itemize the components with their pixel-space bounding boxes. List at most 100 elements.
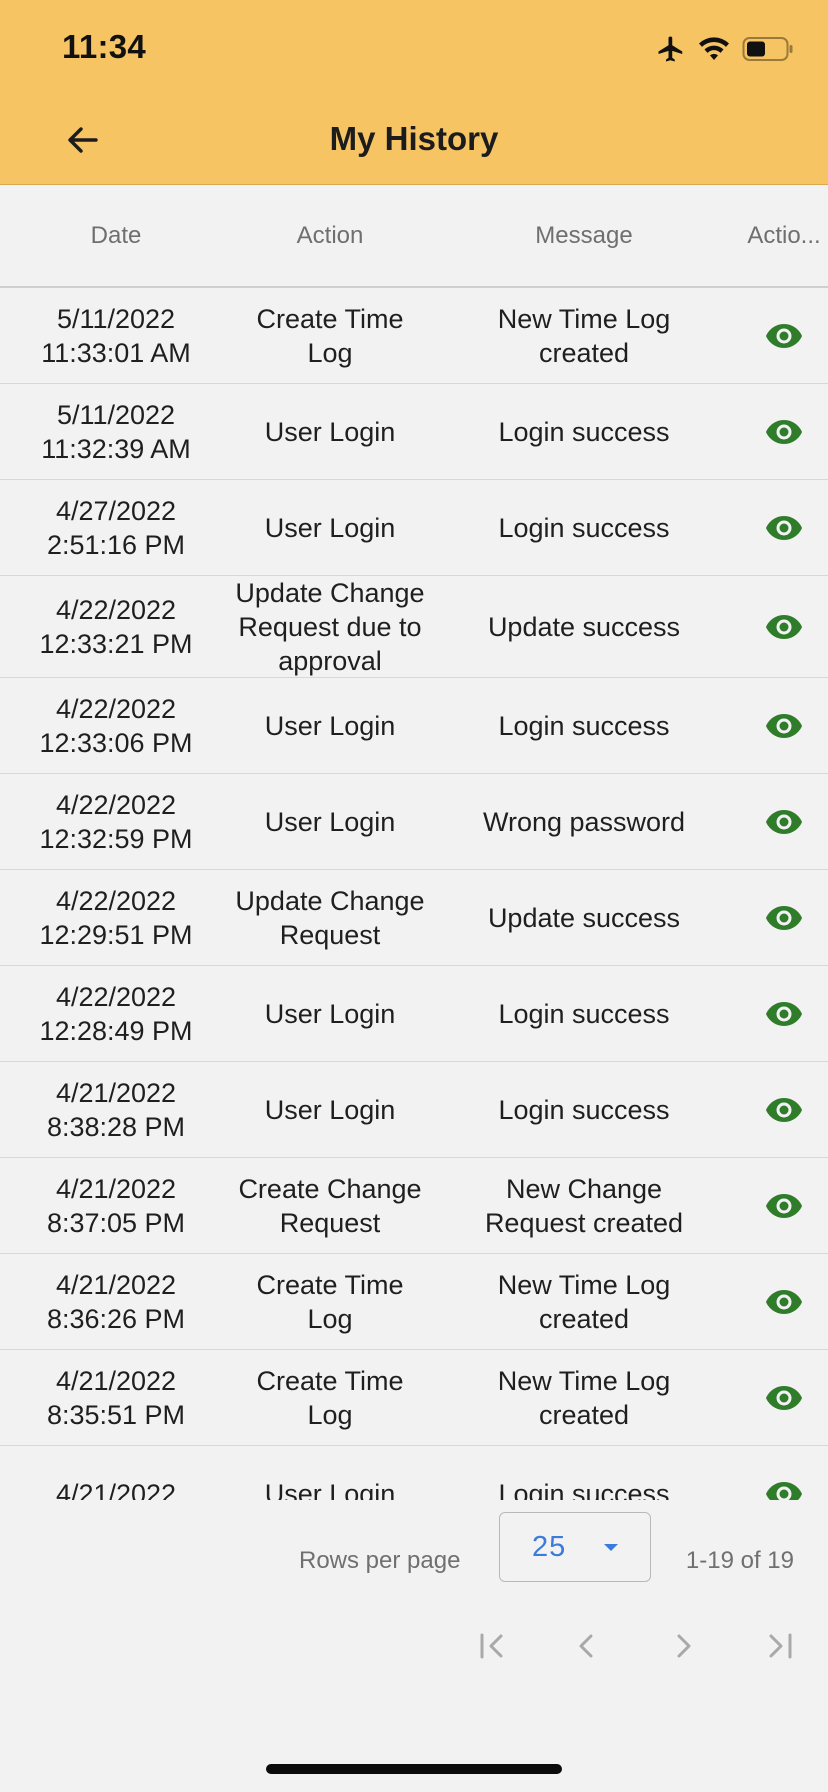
next-page-button[interactable] bbox=[661, 1624, 705, 1668]
view-button[interactable] bbox=[756, 410, 812, 454]
table-row[interactable]: 4/22/2022 12:33:06 PM User Login Login succ… bbox=[0, 678, 828, 774]
cell-date: 4/21/2022 8:35:51 PM bbox=[0, 1364, 232, 1432]
row-action-line: Create Time Log bbox=[256, 1269, 404, 1334]
table-row[interactable]: 4/21/2022 8:36:26 PM Create Time Log New Ti… bbox=[0, 1254, 828, 1350]
cell-message: Login success bbox=[428, 709, 740, 743]
view-button[interactable] bbox=[756, 896, 812, 940]
cell-actions bbox=[740, 992, 828, 1036]
caret-down-icon bbox=[604, 1544, 618, 1551]
table-row[interactable]: 5/11/2022 11:33:01 AM Create Time Log New T… bbox=[0, 288, 828, 384]
eye-icon bbox=[766, 419, 802, 444]
cell-date: 4/22/2022 12:33:21 PM bbox=[0, 593, 232, 661]
eye-icon bbox=[766, 1481, 802, 1500]
pagination: Rows per page 25 1-19 of 19 bbox=[0, 1500, 828, 1700]
row-time: 2:51:16 PM bbox=[46, 529, 186, 560]
view-button[interactable] bbox=[756, 992, 812, 1036]
eye-icon bbox=[766, 809, 802, 834]
row-action-line: Request due to bbox=[238, 611, 422, 642]
table-row[interactable]: 4/27/2022 2:51:16 PM User Login Login succe… bbox=[0, 480, 828, 576]
row-action-line: Create Time Log bbox=[256, 1365, 404, 1430]
cell-actions bbox=[740, 1280, 828, 1324]
table-row[interactable]: 4/21/2022 8:38:28 PM User Login Login succe… bbox=[0, 1062, 828, 1158]
eye-icon bbox=[766, 1097, 802, 1122]
cell-message: Login success bbox=[428, 415, 740, 449]
row-date: 4/21/2022 bbox=[55, 1173, 177, 1204]
chevron-left-icon bbox=[579, 1634, 593, 1658]
row-message-line: New Time Log bbox=[497, 1269, 671, 1300]
row-message-line: Login success bbox=[498, 1094, 670, 1125]
cell-action: Update Change Request due to approval bbox=[232, 576, 428, 678]
row-message-line: created bbox=[538, 1303, 630, 1334]
row-action-line: Create Change bbox=[238, 1173, 422, 1204]
row-message-line: Update success bbox=[487, 902, 681, 933]
eye-icon bbox=[766, 905, 802, 930]
row-date: 4/22/2022 bbox=[55, 789, 177, 820]
view-button[interactable] bbox=[756, 1376, 812, 1420]
view-button[interactable] bbox=[756, 1088, 812, 1132]
row-date: 4/22/2022 bbox=[55, 885, 177, 916]
view-button[interactable] bbox=[756, 800, 812, 844]
row-message-line: Login success bbox=[498, 1478, 670, 1501]
cell-action: Create Time Log bbox=[232, 1364, 428, 1432]
cell-date: 5/11/2022 11:33:01 AM bbox=[0, 302, 232, 370]
cell-actions bbox=[740, 410, 828, 454]
row-message-line: New Change bbox=[505, 1173, 663, 1204]
last-page-button[interactable] bbox=[758, 1624, 802, 1668]
first-page-button[interactable] bbox=[470, 1624, 514, 1668]
view-button[interactable] bbox=[756, 1184, 812, 1228]
view-button[interactable] bbox=[756, 605, 812, 649]
cell-date: 4/21/2022 8:36:26 PM bbox=[0, 1268, 232, 1336]
row-date: 5/11/2022 bbox=[56, 303, 176, 334]
page-range: 1-19 of 19 bbox=[685, 1547, 794, 1574]
status-icons bbox=[656, 34, 794, 64]
row-action-line: User Login bbox=[264, 806, 396, 837]
table-row[interactable]: 4/22/2022 12:28:49 PM User Login Login succ… bbox=[0, 966, 828, 1062]
view-button[interactable] bbox=[756, 506, 812, 550]
row-message-line: Login success bbox=[498, 512, 670, 543]
column-header-message[interactable]: Message bbox=[428, 222, 740, 250]
view-button[interactable] bbox=[756, 1472, 812, 1500]
column-header-date[interactable]: Date bbox=[0, 222, 232, 250]
row-action-line: Request bbox=[279, 1207, 381, 1238]
table-row[interactable]: 4/21/2022 8:37:05 PM Create Change Request N… bbox=[0, 1158, 828, 1254]
cell-action: User Login bbox=[232, 1477, 428, 1501]
table-row[interactable]: 4/22/2022 12:33:21 PM Update Change Request… bbox=[0, 576, 828, 678]
row-date: 4/21/2022 bbox=[55, 1077, 177, 1108]
row-time: 8:36:26 PM bbox=[46, 1303, 186, 1334]
row-message-line: Login success bbox=[498, 710, 670, 741]
cell-actions bbox=[740, 800, 828, 844]
row-action-line: Update Change bbox=[235, 885, 425, 916]
table-row[interactable]: 5/11/2022 11:32:39 AM User Login Login succ… bbox=[0, 384, 828, 480]
table-row[interactable]: 4/21/2022 8:35:51 PM Create Time Log New Ti… bbox=[0, 1350, 828, 1446]
chevron-right-icon bbox=[677, 1634, 691, 1658]
row-time: 8:38:28 PM bbox=[46, 1111, 186, 1142]
view-button[interactable] bbox=[756, 314, 812, 358]
row-time: 11:33:01 AM bbox=[41, 337, 191, 368]
battery-icon bbox=[742, 37, 793, 61]
row-action-line: User Login bbox=[264, 1478, 396, 1501]
cell-message: Update success bbox=[428, 901, 740, 935]
cell-message: New Time Log created bbox=[428, 1364, 740, 1432]
table-row[interactable]: 4/22/2022 12:29:51 PM Update Change Request… bbox=[0, 870, 828, 966]
cell-date: 4/22/2022 12:33:06 PM bbox=[0, 692, 232, 760]
cell-message: Login success bbox=[428, 1477, 740, 1501]
table-row[interactable]: 4/22/2022 12:32:59 PM User Login Wrong pass… bbox=[0, 774, 828, 870]
row-message-line: Login success bbox=[498, 416, 670, 447]
table-body: 5/11/2022 11:33:01 AM Create Time Log New T… bbox=[0, 288, 828, 1500]
row-message-line: New Time Log bbox=[497, 303, 671, 334]
row-time: 12:33:06 PM bbox=[39, 727, 193, 758]
row-message-line: created bbox=[538, 337, 630, 368]
view-button[interactable] bbox=[756, 1280, 812, 1324]
home-indicator bbox=[266, 1764, 562, 1774]
cell-date: 4/21/2022 8:38:28 PM bbox=[0, 1076, 232, 1144]
cell-message: Update success bbox=[428, 610, 740, 644]
column-header-action[interactable]: Action bbox=[232, 222, 428, 250]
cell-actions bbox=[740, 896, 828, 940]
column-header-actions[interactable]: Actio... bbox=[740, 222, 828, 250]
cell-date: 4/27/2022 2:51:16 PM bbox=[0, 494, 232, 562]
last-page-icon bbox=[769, 1633, 792, 1659]
rows-per-page-select[interactable]: 25 bbox=[499, 1512, 651, 1582]
view-button[interactable] bbox=[756, 704, 812, 748]
previous-page-button[interactable] bbox=[565, 1624, 609, 1668]
table-row[interactable]: 4/21/2022 User Login Login success bbox=[0, 1446, 828, 1500]
